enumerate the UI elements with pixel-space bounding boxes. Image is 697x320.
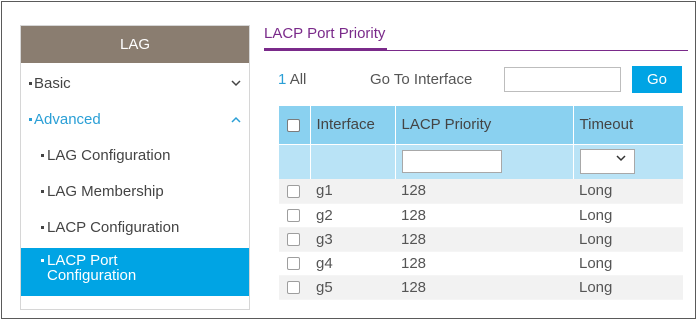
cell-timeout: Long	[573, 179, 683, 204]
cell-timeout: Long	[573, 251, 683, 276]
nav-basic-label: Basic	[34, 75, 71, 92]
timeout-filter-cell	[573, 143, 683, 179]
table-row[interactable]: g2 128 Long	[279, 203, 683, 228]
priority-filter-input[interactable]	[401, 150, 502, 174]
cell-priority: 128	[395, 203, 573, 228]
priority-filter-cell	[395, 143, 574, 179]
sidebar-item-lag-membership[interactable]: LAG Membership	[21, 174, 249, 210]
table-header-row: Interface LACP Priority Timeout	[279, 106, 683, 144]
timeout-filter-select[interactable]	[579, 149, 635, 175]
row-count-label: All	[289, 71, 307, 88]
goto-interface-label: Go To Interface	[370, 71, 473, 88]
column-header-lacp-priority[interactable]: LACP Priority	[395, 106, 574, 144]
chevron-up-icon	[231, 102, 241, 138]
table-filter-row	[279, 143, 683, 179]
table-row[interactable]: g3 128 Long	[279, 227, 683, 252]
cell-interface: g3	[310, 227, 395, 252]
table-row[interactable]: g1 128 Long	[279, 179, 683, 204]
sidebar-item-label: LAG Configuration	[47, 147, 171, 164]
nav-advanced[interactable]: Advanced	[21, 102, 249, 138]
row-checkbox[interactable]	[287, 281, 300, 295]
row-count-number: 1	[278, 71, 287, 88]
cell-interface: g4	[310, 251, 395, 276]
bullet-icon	[29, 81, 32, 85]
cell-interface: g2	[310, 203, 395, 228]
nav-basic[interactable]: Basic	[21, 66, 249, 102]
sidebar-item-lacp-port-configuration[interactable]: LACP Port Configuration	[21, 248, 249, 296]
sidebar-item-lacp-configuration[interactable]: LACP Configuration	[21, 210, 249, 246]
table-row[interactable]: g4 128 Long	[279, 251, 683, 276]
chevron-down-icon	[615, 154, 626, 165]
lacp-port-table: Interface LACP Priority Timeout g1 128 L…	[279, 106, 683, 300]
goto-interface-input[interactable]	[504, 67, 621, 92]
row-checkbox[interactable]	[287, 257, 300, 271]
sidebar-item-label: LACP Port Configuration	[47, 252, 137, 284]
sidebar-item-label: LACP Configuration	[47, 219, 180, 236]
cell-priority: 128	[395, 275, 573, 300]
bullet-icon	[41, 153, 44, 157]
select-all-checkbox[interactable]	[287, 118, 300, 132]
go-button[interactable]: Go	[632, 66, 682, 93]
toolbar: 1 All Go To Interface Go	[264, 65, 688, 93]
cell-timeout: Long	[573, 203, 683, 228]
row-checkbox[interactable]	[287, 184, 300, 198]
cell-timeout: Long	[573, 275, 683, 300]
cell-priority: 128	[395, 251, 573, 276]
bullet-icon	[29, 117, 32, 121]
page-title[interactable]: LACP Port Priority	[264, 24, 388, 50]
cell-priority: 128	[395, 227, 573, 252]
bullet-icon	[41, 189, 44, 193]
row-checkbox[interactable]	[287, 233, 300, 247]
sidebar-item-lag-configuration[interactable]: LAG Configuration	[21, 138, 249, 174]
row-count: 1 All	[278, 71, 306, 88]
table-row[interactable]: g5 128 Long	[279, 275, 683, 300]
select-all-cell	[279, 106, 311, 144]
row-checkbox[interactable]	[287, 209, 300, 223]
sidebar: LAG Basic Advanced LAG Configuration LAG…	[20, 25, 250, 310]
cell-interface: g5	[310, 275, 395, 300]
cell-timeout: Long	[573, 227, 683, 252]
sidebar-item-label: LAG Membership	[47, 183, 164, 200]
tab-divider	[264, 50, 688, 51]
chevron-down-icon	[231, 66, 241, 102]
bullet-icon	[41, 225, 44, 229]
bullet-icon	[41, 258, 44, 262]
sidebar-header: LAG	[21, 26, 249, 63]
column-header-interface[interactable]: Interface	[310, 106, 396, 144]
nav-advanced-label: Advanced	[34, 111, 101, 128]
cell-priority: 128	[395, 179, 573, 204]
cell-interface: g1	[310, 179, 395, 204]
main-content: LACP Port Priority 1 All Go To Interface…	[264, 24, 694, 300]
column-header-timeout[interactable]: Timeout	[573, 106, 683, 144]
